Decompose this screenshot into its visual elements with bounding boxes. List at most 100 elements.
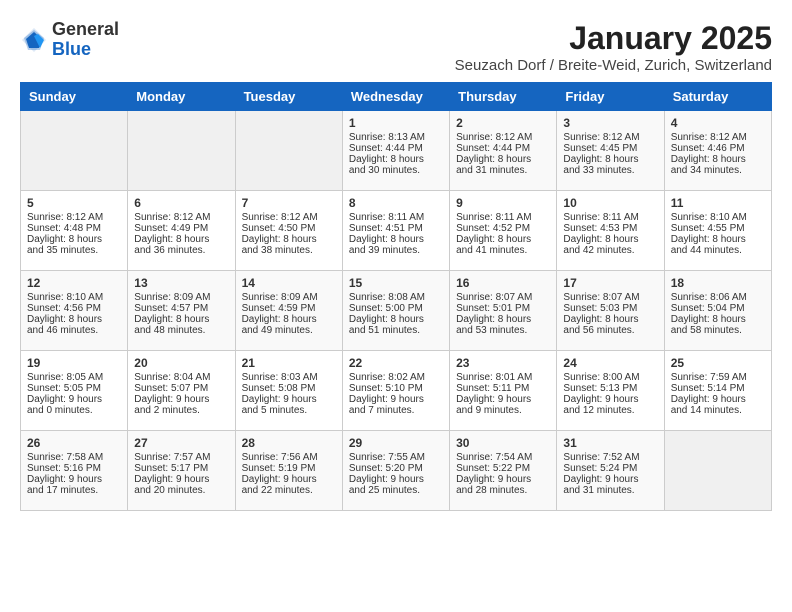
day-info: Sunrise: 7:54 AM	[456, 452, 550, 463]
day-info: Sunset: 4:52 PM	[456, 223, 550, 234]
calendar-week-row: 26Sunrise: 7:58 AMSunset: 5:16 PMDayligh…	[21, 431, 772, 511]
day-number: 20	[134, 356, 228, 370]
calendar-cell: 30Sunrise: 7:54 AMSunset: 5:22 PMDayligh…	[450, 431, 557, 511]
calendar-cell	[235, 111, 342, 191]
day-info: Daylight: 8 hours	[349, 154, 443, 165]
day-number: 6	[134, 196, 228, 210]
day-info: Sunset: 5:16 PM	[27, 463, 121, 474]
logo-blue-text: Blue	[52, 39, 91, 59]
day-info: Sunset: 5:08 PM	[242, 383, 336, 394]
calendar-table: SundayMondayTuesdayWednesdayThursdayFrid…	[20, 82, 772, 511]
day-info: Sunrise: 7:55 AM	[349, 452, 443, 463]
day-info: Sunrise: 7:52 AM	[563, 452, 657, 463]
day-info: Daylight: 9 hours	[456, 474, 550, 485]
calendar-cell: 19Sunrise: 8:05 AMSunset: 5:05 PMDayligh…	[21, 351, 128, 431]
weekday-header-row: SundayMondayTuesdayWednesdayThursdayFrid…	[21, 83, 772, 111]
day-info: Sunset: 5:22 PM	[456, 463, 550, 474]
logo-general-text: General	[52, 19, 119, 39]
day-info: Sunrise: 8:11 AM	[456, 212, 550, 223]
day-info: Sunrise: 8:12 AM	[671, 132, 765, 143]
day-info: Daylight: 8 hours	[242, 314, 336, 325]
day-info: Sunrise: 8:11 AM	[563, 212, 657, 223]
day-number: 12	[27, 276, 121, 290]
day-number: 16	[456, 276, 550, 290]
calendar-cell: 5Sunrise: 8:12 AMSunset: 4:48 PMDaylight…	[21, 191, 128, 271]
day-info: and 34 minutes.	[671, 165, 765, 176]
calendar-cell: 23Sunrise: 8:01 AMSunset: 5:11 PMDayligh…	[450, 351, 557, 431]
calendar-cell: 27Sunrise: 7:57 AMSunset: 5:17 PMDayligh…	[128, 431, 235, 511]
day-info: and 38 minutes.	[242, 245, 336, 256]
day-info: and 33 minutes.	[563, 165, 657, 176]
day-info: and 44 minutes.	[671, 245, 765, 256]
day-info: and 2 minutes.	[134, 405, 228, 416]
day-info: Daylight: 8 hours	[456, 234, 550, 245]
day-info: and 12 minutes.	[563, 405, 657, 416]
calendar-cell: 28Sunrise: 7:56 AMSunset: 5:19 PMDayligh…	[235, 431, 342, 511]
calendar-cell: 4Sunrise: 8:12 AMSunset: 4:46 PMDaylight…	[664, 111, 771, 191]
day-info: Sunset: 5:24 PM	[563, 463, 657, 474]
day-info: Sunset: 5:03 PM	[563, 303, 657, 314]
weekday-header-thursday: Thursday	[450, 83, 557, 111]
calendar-cell: 9 Sunrise: 8:11 AMSunset: 4:52 PMDaylight…	[450, 191, 557, 271]
day-number: 31	[563, 436, 657, 450]
calendar-cell: 31 Sunrise: 7:52 AMSunset: 5:24 PMDayligh…	[557, 431, 664, 511]
day-info: Sunrise: 8:13 AM	[349, 132, 443, 143]
logo-icon	[20, 26, 48, 54]
day-number: 3	[563, 116, 657, 130]
calendar-cell: 26Sunrise: 7:58 AMSunset: 5:16 PMDayligh…	[21, 431, 128, 511]
day-info: and 56 minutes.	[563, 325, 657, 336]
day-info: Daylight: 9 hours	[456, 394, 550, 405]
day-info: and 14 minutes.	[671, 405, 765, 416]
weekday-header-sunday: Sunday	[21, 83, 128, 111]
day-number: 15	[349, 276, 443, 290]
calendar-week-row: 12Sunrise: 8:10 AMSunset: 4:56 PMDayligh…	[21, 271, 772, 351]
day-info: Sunset: 4:45 PM	[563, 143, 657, 154]
day-info: and 5 minutes.	[242, 405, 336, 416]
day-info: Sunrise: 8:01 AM	[456, 372, 550, 383]
day-info: and 20 minutes.	[134, 485, 228, 496]
day-info: Daylight: 9 hours	[27, 474, 121, 485]
page-header: General Blue January 2025 Seuzach Dorf /…	[20, 20, 772, 74]
day-number: 17	[563, 276, 657, 290]
day-info: Sunrise: 8:12 AM	[242, 212, 336, 223]
day-info: Sunrise: 8:04 AM	[134, 372, 228, 383]
calendar-week-row: 5Sunrise: 8:12 AMSunset: 4:48 PMDaylight…	[21, 191, 772, 271]
day-number: 25	[671, 356, 765, 370]
day-info: Daylight: 8 hours	[671, 234, 765, 245]
calendar-cell: 3Sunrise: 8:12 AMSunset: 4:45 PMDaylight…	[557, 111, 664, 191]
day-number: 9	[456, 196, 550, 210]
day-info: Daylight: 8 hours	[563, 314, 657, 325]
day-number: 8	[349, 196, 443, 210]
calendar-subtitle: Seuzach Dorf / Breite-Weid, Zurich, Swit…	[455, 57, 772, 74]
day-info: and 39 minutes.	[349, 245, 443, 256]
day-number: 22	[349, 356, 443, 370]
weekday-header-saturday: Saturday	[664, 83, 771, 111]
calendar-cell: 20Sunrise: 8:04 AMSunset: 5:07 PMDayligh…	[128, 351, 235, 431]
day-info: and 28 minutes.	[456, 485, 550, 496]
day-info: and 9 minutes.	[456, 405, 550, 416]
day-info: Daylight: 8 hours	[134, 234, 228, 245]
day-number: 13	[134, 276, 228, 290]
day-info: Sunset: 4:51 PM	[349, 223, 443, 234]
day-info: Sunset: 4:49 PM	[134, 223, 228, 234]
day-info: Sunset: 4:57 PM	[134, 303, 228, 314]
day-info: Sunset: 4:48 PM	[27, 223, 121, 234]
day-info: Daylight: 9 hours	[563, 474, 657, 485]
day-info: Sunset: 4:44 PM	[349, 143, 443, 154]
day-info: Daylight: 8 hours	[563, 154, 657, 165]
day-info: Sunrise: 8:12 AM	[134, 212, 228, 223]
day-info: and 46 minutes.	[27, 325, 121, 336]
day-info: Sunrise: 8:12 AM	[456, 132, 550, 143]
day-info: Daylight: 9 hours	[242, 474, 336, 485]
day-info: Daylight: 9 hours	[242, 394, 336, 405]
day-info: Sunset: 5:04 PM	[671, 303, 765, 314]
title-area: January 2025 Seuzach Dorf / Breite-Weid,…	[455, 20, 772, 74]
day-info: Sunrise: 7:58 AM	[27, 452, 121, 463]
day-info: Sunrise: 7:59 AM	[671, 372, 765, 383]
day-info: and 22 minutes.	[242, 485, 336, 496]
day-info: Sunrise: 8:10 AM	[671, 212, 765, 223]
day-info: Daylight: 8 hours	[349, 234, 443, 245]
day-info: Daylight: 8 hours	[456, 154, 550, 165]
day-info: and 7 minutes.	[349, 405, 443, 416]
calendar-cell: 8Sunrise: 8:11 AMSunset: 4:51 PMDaylight…	[342, 191, 449, 271]
